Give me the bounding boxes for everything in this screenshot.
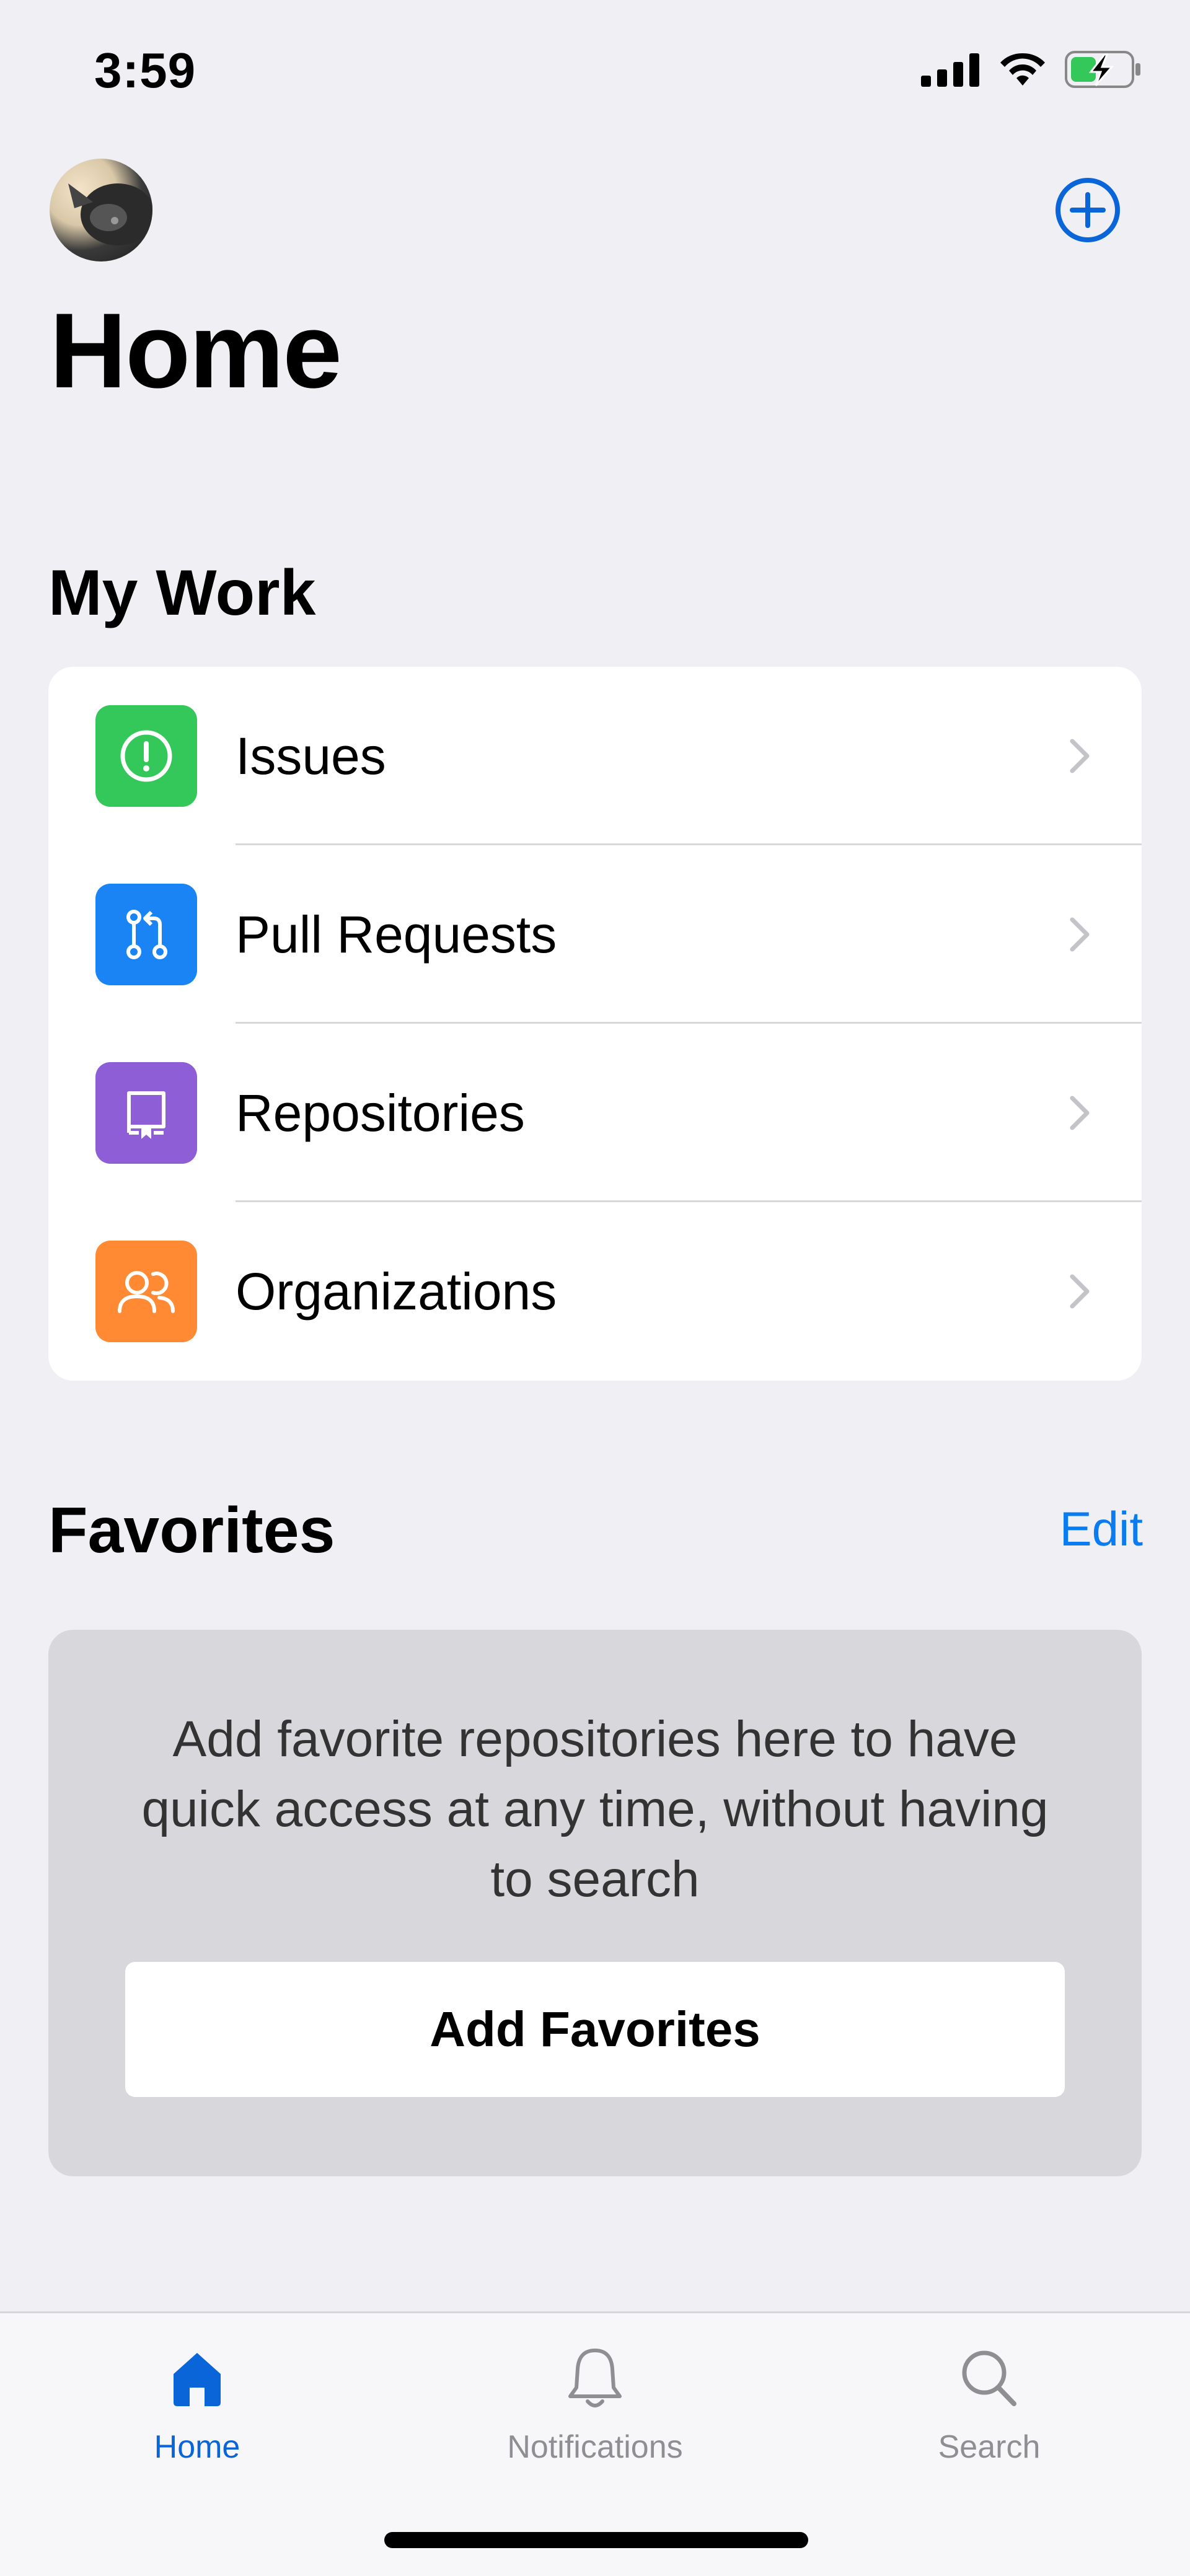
favorites-title: Favorites (48, 1495, 335, 1567)
battery-charging-icon (1065, 51, 1140, 88)
repo-icon (95, 1062, 197, 1164)
list-item-label: Pull Requests (236, 905, 557, 964)
chevron-right-icon (1070, 1096, 1090, 1130)
status-icons (921, 51, 1143, 88)
tab-label: Notifications (507, 2429, 683, 2465)
tab-home[interactable]: Home (48, 2342, 346, 2466)
wifi-icon (1000, 53, 1045, 86)
my-work-list: Issues Pull Requests Repositories Organi… (48, 667, 1142, 1381)
search-icon (962, 2350, 1016, 2406)
edit-favorites-button[interactable]: Edit (1060, 1505, 1143, 1553)
favorites-empty-state: Add favorite repositories here to have q… (48, 1630, 1142, 2176)
git-pull-request-icon (95, 884, 197, 985)
tab-notifications[interactable]: Notifications (446, 2342, 744, 2466)
issue-opened-icon (95, 705, 197, 807)
chevron-right-icon (1070, 917, 1090, 952)
organization-icon (95, 1241, 197, 1342)
status-time: 3:59 (94, 43, 196, 98)
list-item-label: Repositories (236, 1083, 525, 1142)
add-favorites-button[interactable]: Add Favorites (125, 1962, 1065, 2097)
list-item-label: Organizations (236, 1262, 557, 1321)
page-title: Home (50, 291, 342, 410)
list-item-issues[interactable]: Issues (48, 667, 1142, 845)
cellular-signal-icon (921, 53, 979, 87)
my-work-title: My Work (48, 557, 316, 629)
chevron-right-icon (1070, 739, 1090, 773)
tab-label: Search (938, 2429, 1041, 2465)
home-indicator (384, 2532, 808, 2548)
list-item-label: Issues (236, 726, 386, 785)
tab-label: Home (154, 2429, 240, 2465)
list-item-pull-requests[interactable]: Pull Requests (48, 845, 1142, 1024)
bell-icon (568, 2349, 622, 2407)
status-bar: 3:59 (0, 0, 1190, 149)
add-button[interactable] (1054, 176, 1122, 244)
chevron-right-icon (1070, 1274, 1090, 1309)
favorites-empty-message: Add favorite repositories here to have q… (141, 1711, 1049, 1907)
home-icon (174, 2353, 221, 2406)
tab-search[interactable]: Search (840, 2342, 1138, 2466)
user-avatar[interactable] (50, 159, 152, 262)
list-item-organizations[interactable]: Organizations (48, 1202, 1142, 1381)
list-item-repositories[interactable]: Repositories (48, 1024, 1142, 1202)
